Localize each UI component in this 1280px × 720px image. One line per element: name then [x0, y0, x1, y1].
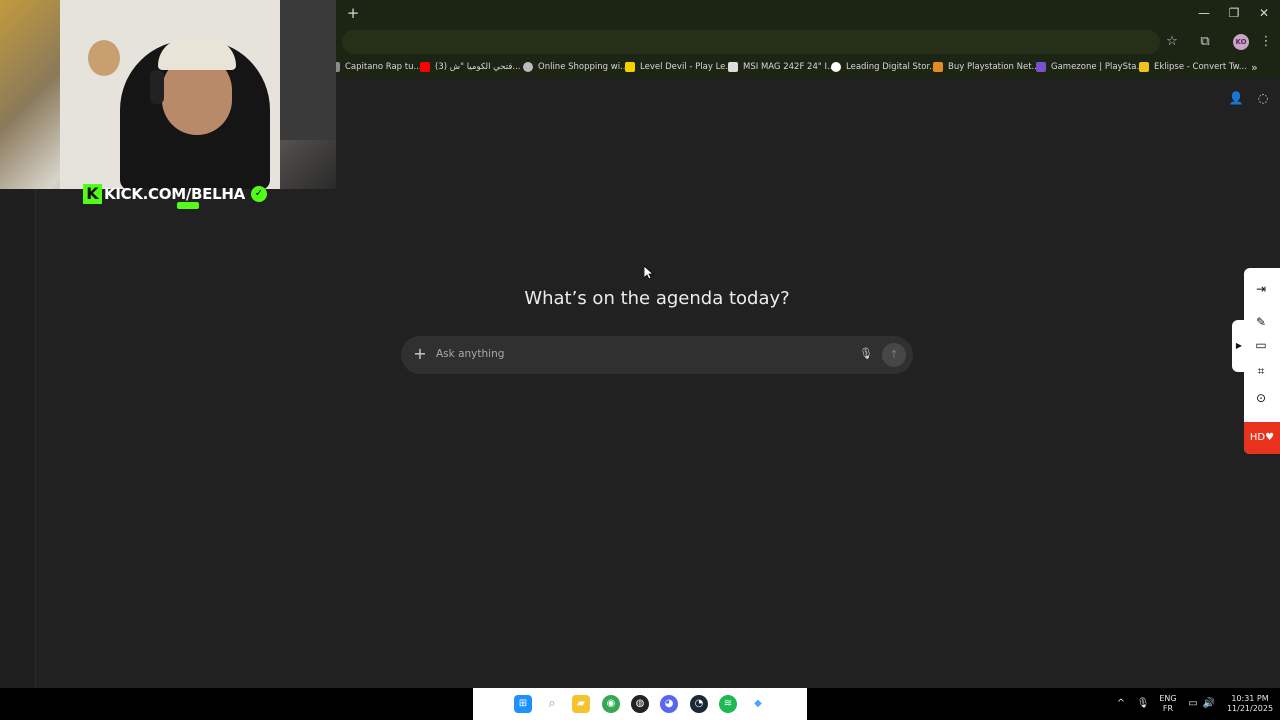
- app-icon[interactable]: ◆: [749, 695, 767, 713]
- language-secondary: FR: [1162, 704, 1174, 713]
- bookmark-favicon-icon: [831, 62, 841, 72]
- temporary-chat-icon[interactable]: ◌: [1255, 90, 1271, 106]
- tray-microphone-icon[interactable]: 🎙: [1136, 697, 1150, 711]
- language-primary: ENG: [1159, 694, 1177, 703]
- bookmark-item[interactable]: Capitano Rap tu...: [330, 60, 422, 74]
- bookmark-favicon-icon: [933, 62, 943, 72]
- close-button[interactable]: ✕: [1254, 4, 1274, 22]
- language-indicator[interactable]: ENG FR: [1155, 694, 1181, 714]
- webcam-poster: [280, 0, 336, 140]
- search-icon[interactable]: ⌕: [543, 695, 561, 713]
- kick-channel-url: KICK.COM/BELHA: [104, 185, 245, 203]
- bookmark-star-icon[interactable]: ☆: [1163, 33, 1181, 51]
- youtube-icon: [420, 62, 430, 72]
- minimize-button[interactable]: —: [1194, 4, 1214, 22]
- chat-input[interactable]: [436, 345, 846, 363]
- bookmarks-overflow-icon[interactable]: »: [1251, 60, 1258, 74]
- browser-menu-icon[interactable]: ⋮: [1257, 33, 1275, 51]
- record-icon[interactable]: ⊙: [1253, 390, 1269, 406]
- new-tab-button[interactable]: +: [345, 5, 361, 21]
- verified-check-icon: ✓: [250, 186, 267, 202]
- kick-live-badge: [177, 202, 199, 209]
- bookmark-favicon-icon: [1036, 62, 1046, 72]
- microphone-icon[interactable]: 🎙: [859, 346, 873, 362]
- bookmark-item[interactable]: Level Devil - Play Le...: [625, 60, 734, 74]
- bookmark-item[interactable]: Eklipse - Convert Tw...: [1139, 60, 1247, 74]
- page-title: What’s on the agenda today?: [524, 288, 790, 309]
- address-bar[interactable]: [342, 30, 1160, 54]
- webcam-overlay: [0, 0, 336, 189]
- windows-start-icon[interactable]: ⊞: [514, 695, 532, 713]
- clock-time: 10:31 PM: [1231, 694, 1269, 703]
- bookmark-item[interactable]: Online Shopping wi...: [523, 60, 628, 74]
- bookmark-item[interactable]: Gamezone | PlaySta...: [1036, 60, 1145, 74]
- bookmark-favicon-icon: [523, 62, 533, 72]
- bookmark-item[interactable]: MSI MAG 242F 24" I...: [728, 60, 835, 74]
- extensions-icon[interactable]: ⧉: [1196, 33, 1214, 51]
- clock-date: 11/21/2025: [1226, 704, 1274, 713]
- send-button[interactable]: ↑: [882, 343, 906, 367]
- rectangle-icon[interactable]: ▭: [1253, 337, 1269, 353]
- volume-icon[interactable]: 🔊: [1202, 697, 1216, 711]
- obs-icon[interactable]: ◍: [631, 695, 649, 713]
- spotify-icon[interactable]: ≋: [719, 695, 737, 713]
- webcam-guitar: [88, 40, 120, 76]
- restore-button[interactable]: ❐: [1224, 4, 1244, 22]
- file-explorer-icon[interactable]: ▰: [572, 695, 590, 713]
- pen-icon[interactable]: ✎: [1253, 314, 1269, 330]
- bookmark-item[interactable]: (3) فتحي الكوميا "ش...: [420, 60, 521, 74]
- webcam-cap: [158, 38, 236, 70]
- hd-button[interactable]: HD♥: [1244, 422, 1280, 454]
- bookmark-item[interactable]: Buy Playstation Net...: [933, 60, 1040, 74]
- profile-avatar[interactable]: KO: [1233, 34, 1249, 50]
- crop-icon[interactable]: ⌗: [1253, 363, 1269, 379]
- share-person-icon[interactable]: 👤: [1228, 90, 1244, 106]
- add-attachment-button[interactable]: +: [412, 346, 428, 362]
- bookmark-item[interactable]: Leading Digital Stor...: [831, 60, 937, 74]
- bookmark-favicon-icon: [625, 62, 635, 72]
- bookmark-favicon-icon: [728, 62, 738, 72]
- system-clock[interactable]: 10:31 PM 11/21/2025: [1222, 694, 1278, 714]
- network-icon[interactable]: ▭: [1186, 697, 1200, 711]
- kick-logo-icon: K: [83, 184, 102, 204]
- discord-icon[interactable]: ◕: [660, 695, 678, 713]
- tray-overflow-chevron-icon[interactable]: ^: [1114, 697, 1128, 711]
- kick-channel-watermark: K KICK.COM/BELHA ✓: [83, 184, 267, 204]
- chrome-icon[interactable]: ◉: [602, 695, 620, 713]
- bookmark-favicon-icon: [1139, 62, 1149, 72]
- webcam-headset: [150, 70, 164, 104]
- export-icon[interactable]: ⇥: [1253, 281, 1269, 297]
- steam-icon[interactable]: ◔: [690, 695, 708, 713]
